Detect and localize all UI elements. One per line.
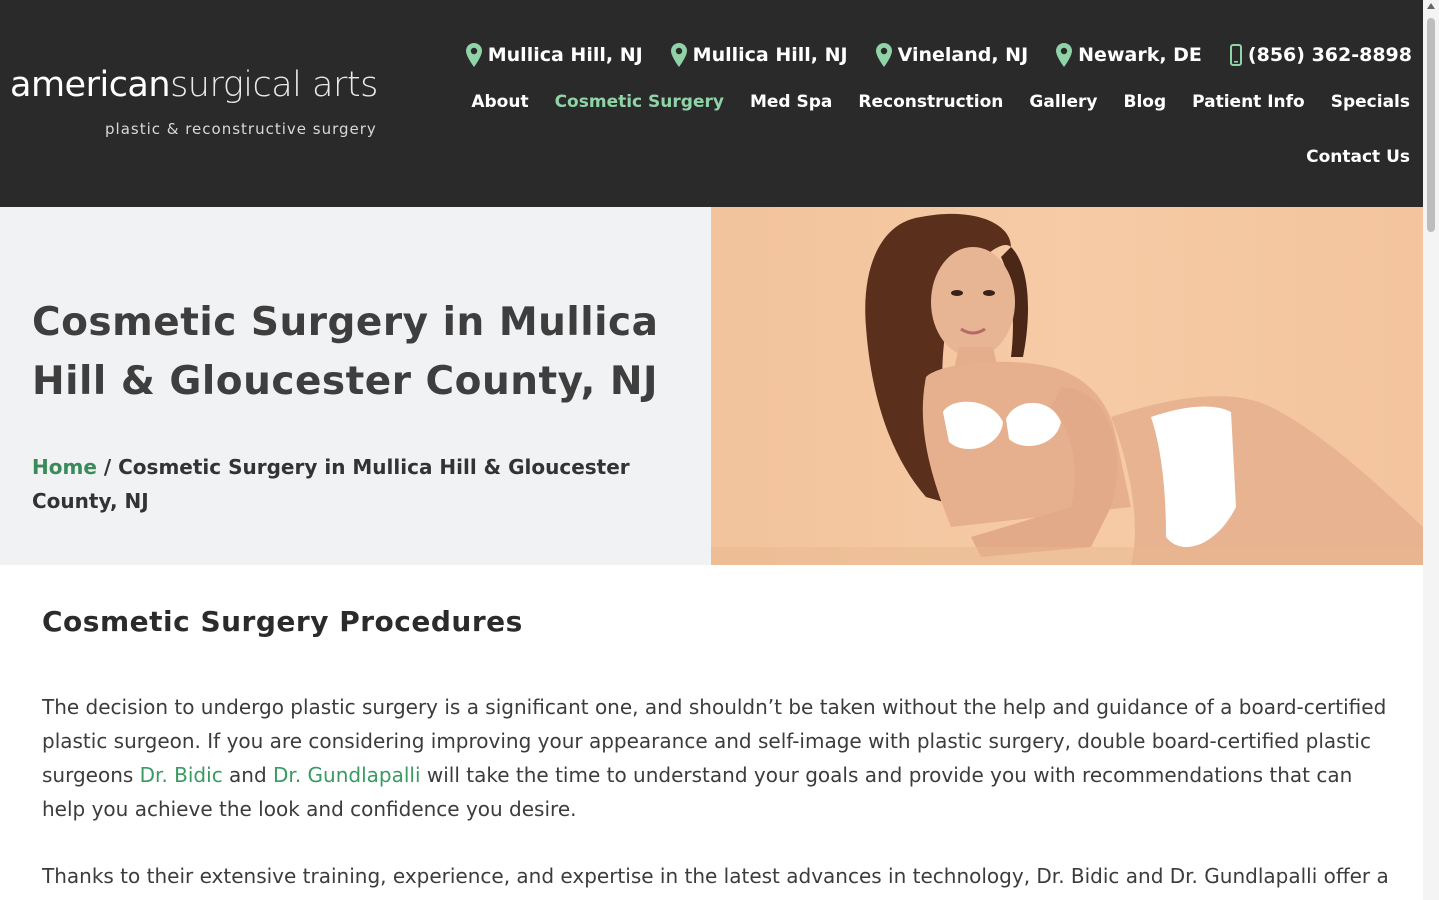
nav-contact-us[interactable]: Contact Us: [1306, 147, 1410, 167]
scroll-up-arrow-icon[interactable]: [1427, 3, 1435, 9]
vertical-scrollbar[interactable]: [1423, 0, 1439, 900]
nav-blog[interactable]: Blog: [1123, 92, 1166, 112]
breadcrumb-current: Cosmetic Surgery in Mullica Hill & Glouc…: [32, 455, 630, 513]
nav-secondary-row: Contact Us: [1306, 147, 1410, 167]
phone-link[interactable]: (856) 362-8898: [1229, 44, 1412, 66]
hero-banner: Cosmetic Surgery in Mullica Hill & Glouc…: [0, 207, 711, 565]
logo-wordmark: americansurgical arts: [10, 68, 378, 103]
section-title: Cosmetic Surgery Procedures: [42, 605, 523, 638]
location-label: Vineland, NJ: [897, 44, 1029, 66]
dr-bidic-link[interactable]: Dr. Bidic: [140, 763, 223, 787]
site-logo[interactable]: americansurgical arts plastic & reconstr…: [10, 68, 378, 139]
map-pin-icon: [465, 43, 482, 67]
map-pin-icon: [1056, 43, 1073, 67]
phone-number: (856) 362-8898: [1247, 44, 1412, 66]
location-label: Mullica Hill, NJ: [692, 44, 848, 66]
breadcrumb-home-link[interactable]: Home: [32, 455, 97, 479]
intro-paragraph: The decision to undergo plastic surgery …: [42, 690, 1387, 826]
location-link-vineland[interactable]: Vineland, NJ: [875, 43, 1029, 67]
nav-gallery[interactable]: Gallery: [1029, 92, 1097, 112]
second-paragraph: Thanks to their extensive training, expe…: [42, 864, 1389, 888]
nav-specials[interactable]: Specials: [1331, 92, 1410, 112]
paragraph-text: and: [222, 763, 274, 787]
location-bar: Mullica Hill, NJ Mullica Hill, NJ Vinela…: [465, 43, 1412, 67]
nav-about[interactable]: About: [471, 92, 528, 112]
location-label: Newark, DE: [1078, 44, 1202, 66]
map-pin-icon: [875, 43, 892, 67]
breadcrumb: Home / Cosmetic Surgery in Mullica Hill …: [32, 450, 692, 518]
hero-image: [711, 207, 1423, 565]
main-nav: About Cosmetic Surgery Med Spa Reconstru…: [471, 92, 1410, 112]
nav-reconstruction[interactable]: Reconstruction: [858, 92, 1003, 112]
breadcrumb-separator: /: [96, 455, 119, 479]
nav-med-spa[interactable]: Med Spa: [750, 92, 832, 112]
logo-word-american: american: [10, 65, 171, 105]
hero-photo-woman-illustration: [711, 213, 1423, 565]
nav-cosmetic-surgery[interactable]: Cosmetic Surgery: [555, 92, 724, 112]
location-link-mullica-hill-2[interactable]: Mullica Hill, NJ: [670, 43, 848, 67]
logo-tagline: plastic & reconstructive surgery: [105, 120, 377, 138]
site-header: americansurgical arts plastic & reconstr…: [0, 0, 1423, 207]
logo-word-surgical-arts: surgical arts: [170, 65, 378, 105]
scrollbar-thumb[interactable]: [1427, 18, 1435, 232]
location-label: Mullica Hill, NJ: [487, 44, 643, 66]
dr-gundlapalli-link[interactable]: Dr. Gundlapalli: [273, 763, 420, 787]
map-pin-icon: [670, 43, 687, 67]
main-content: Cosmetic Surgery Procedures The decision…: [42, 605, 1389, 888]
page-title: Cosmetic Surgery in Mullica Hill & Glouc…: [32, 300, 659, 404]
location-link-mullica-hill-1[interactable]: Mullica Hill, NJ: [465, 43, 643, 67]
phone-icon: [1229, 44, 1242, 66]
location-link-newark[interactable]: Newark, DE: [1056, 43, 1202, 67]
nav-patient-info[interactable]: Patient Info: [1192, 92, 1305, 112]
